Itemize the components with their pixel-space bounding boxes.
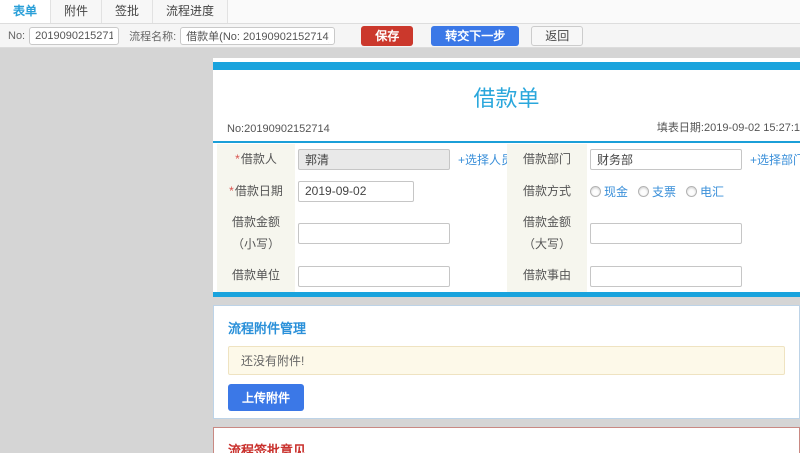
borrower-field: +选择人员 [295, 144, 513, 176]
radio-cash[interactable]: 现金 [590, 183, 628, 200]
amount-big-field [587, 207, 800, 260]
tab-attachments[interactable]: 附件 [51, 0, 103, 23]
approval-title: 流程签批意见 [228, 442, 307, 453]
amount-small-field [295, 207, 507, 260]
no-attachments-alert: 还没有附件! [228, 345, 785, 375]
tab-process-progress[interactable]: 流程进度 [153, 0, 229, 23]
header-divider [213, 141, 800, 143]
select-dept-link[interactable]: +选择部门 [750, 151, 800, 168]
no-label: No: [8, 29, 26, 42]
attachments-panel: 流程附件管理 还没有附件! 上传附件 [213, 304, 800, 419]
loan-date-field [295, 176, 507, 208]
dept-input[interactable] [590, 149, 742, 171]
panel-bottom-bar [213, 291, 800, 297]
back-button[interactable]: 返回 [531, 25, 584, 46]
panel-top-bar [213, 62, 800, 70]
amount-big-label: 借款金额（大写） [507, 207, 587, 261]
required-mark: * [229, 183, 234, 198]
action-toolbar: No: 流程名称: 保存 转交下一步 返回 [0, 24, 800, 48]
borrower-label: *借款人 [217, 144, 295, 176]
loan-unit-input[interactable] [298, 265, 450, 287]
loan-method-radio-group: 现金 支票 电汇 [590, 183, 724, 200]
radio-cheque[interactable]: 支票 [638, 183, 676, 200]
loan-reason-input[interactable] [590, 265, 742, 287]
radio-wire[interactable]: 电汇 [686, 183, 724, 200]
amount-small-label: 借款金额（小写） [217, 207, 295, 261]
process-name-label: 流程名称: [129, 30, 177, 43]
loan-unit-label: 借款单位 [217, 260, 295, 292]
upload-attachment-button[interactable]: 上传附件 [228, 383, 305, 411]
form-date-text: 填表日期:2019-09-02 15:27:1 [656, 122, 800, 134]
approval-panel: 流程签批意见 B I abc [213, 426, 800, 453]
attachments-title: 流程附件管理 [228, 320, 307, 336]
loan-reason-field [587, 260, 800, 292]
radio-icon[interactable] [638, 185, 650, 197]
select-person-link[interactable]: +选择人员 [458, 151, 513, 168]
loan-form-panel: 借款单 No:20190902152714 填表日期:2019-09-02 15… [213, 58, 800, 297]
loan-form-grid: *借款人 +选择人员 借款部门 +选择部门 *借款日期 借款方式 现金 [217, 144, 800, 292]
radio-icon[interactable] [686, 185, 698, 197]
dept-label: 借款部门 [507, 144, 587, 176]
required-mark: * [235, 152, 240, 166]
content-area: 借款单 No:20190902152714 填表日期:2019-09-02 15… [0, 48, 800, 453]
save-button[interactable]: 保存 [361, 25, 414, 46]
loan-method-label: 借款方式 [507, 175, 587, 208]
form-no-text: No:20190902152714 [227, 123, 330, 135]
loan-unit-field [295, 260, 507, 292]
form-meta-row: No:20190902152714 填表日期:2019-09-02 15:27:… [213, 119, 800, 141]
process-name-input[interactable] [180, 26, 336, 45]
loan-date-label: *借款日期 [217, 175, 295, 208]
radio-icon[interactable] [590, 185, 601, 197]
no-input[interactable] [29, 26, 120, 45]
amount-big-input[interactable] [590, 223, 742, 245]
tab-form[interactable]: 表单 [0, 0, 52, 23]
loan-reason-label: 借款事由 [507, 260, 587, 292]
loan-date-input[interactable] [298, 180, 414, 202]
dept-field: +选择部门 [587, 144, 800, 176]
forward-next-step-button[interactable]: 转交下一步 [431, 25, 520, 46]
loan-method-field: 现金 支票 电汇 [587, 176, 800, 208]
borrower-input[interactable] [298, 149, 450, 171]
top-tab-bar: 表单 附件 签批 流程进度 [0, 0, 800, 24]
page-title: 借款单 [473, 86, 540, 111]
tab-approval[interactable]: 签批 [102, 0, 154, 23]
amount-small-input[interactable] [298, 223, 450, 245]
